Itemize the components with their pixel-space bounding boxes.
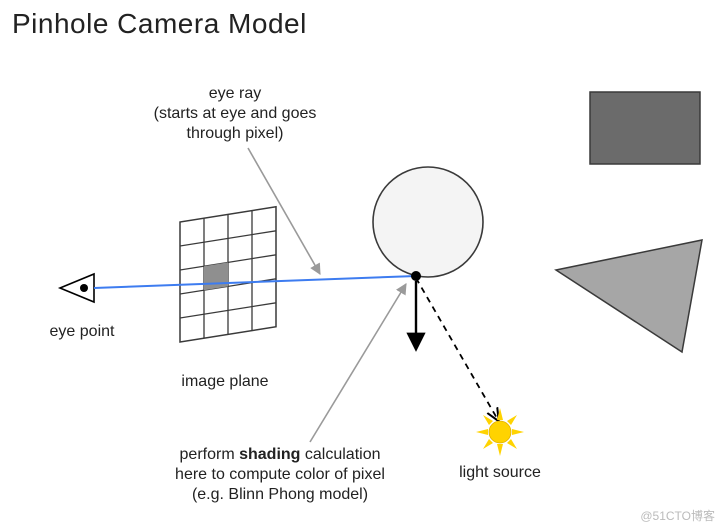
eye-icon [60,274,94,302]
callout-arrow-shading [310,284,406,442]
sun-icon [476,408,524,456]
scene-rectangle [590,92,700,164]
light-ray [416,278,498,420]
image-plane-grid [180,207,276,342]
scene-triangle [556,240,702,352]
diagram-canvas [0,0,723,530]
scene-sphere [373,167,483,277]
highlighted-pixel [204,262,228,290]
